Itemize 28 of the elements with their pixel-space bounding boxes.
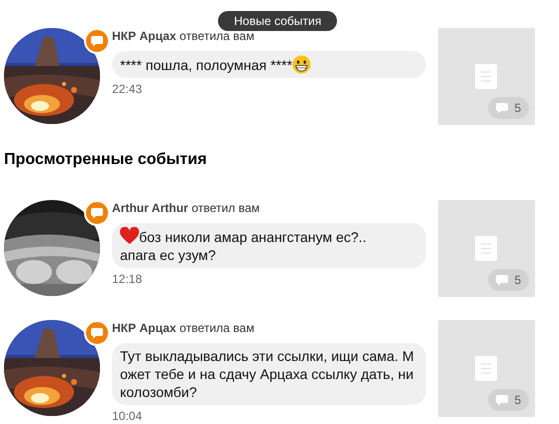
post-thumbnail[interactable]: 5: [438, 200, 535, 297]
document-icon: [475, 64, 497, 89]
author-link[interactable]: НКР Арцах: [112, 29, 176, 43]
new-events-button[interactable]: Новые события: [218, 11, 338, 31]
event-action: ответила вам: [180, 321, 254, 335]
message-bubble: боз николи амар анангстанум ес?.. апага ес узум?: [112, 223, 426, 268]
event-action: ответил вам: [192, 201, 260, 215]
event-action: ответила вам: [180, 29, 254, 43]
comment-icon: [496, 274, 508, 286]
message-bubble: **** пошла, полоумная ****: [112, 51, 426, 78]
comment-count[interactable]: 5: [488, 97, 529, 119]
grin-emoji-icon: [292, 55, 312, 74]
comment-icon: [496, 102, 508, 114]
post-thumbnail[interactable]: 5: [438, 28, 535, 125]
comment-icon: [496, 394, 508, 406]
post-thumbnail[interactable]: 5: [438, 320, 535, 417]
event-time: 10:04: [112, 410, 144, 423]
document-icon: [475, 356, 497, 381]
author-link[interactable]: Arthur Arthur: [112, 201, 188, 215]
author-link[interactable]: НКР Арцах: [112, 321, 176, 335]
message-bubble: Тут выкладывались эти ссылки, ищи сама. М ожет тебе и на сдачу Арцаха ссылку дать, ни колозомби?: [112, 343, 426, 405]
heart-icon: [120, 227, 139, 246]
event-time: 22:43: [112, 83, 144, 96]
comment-count[interactable]: 5: [488, 389, 529, 411]
comment-count[interactable]: 5: [488, 269, 529, 291]
section-heading: Просмотренные события: [4, 150, 208, 170]
event-time: 12:18: [112, 273, 144, 286]
document-icon: [475, 236, 497, 261]
